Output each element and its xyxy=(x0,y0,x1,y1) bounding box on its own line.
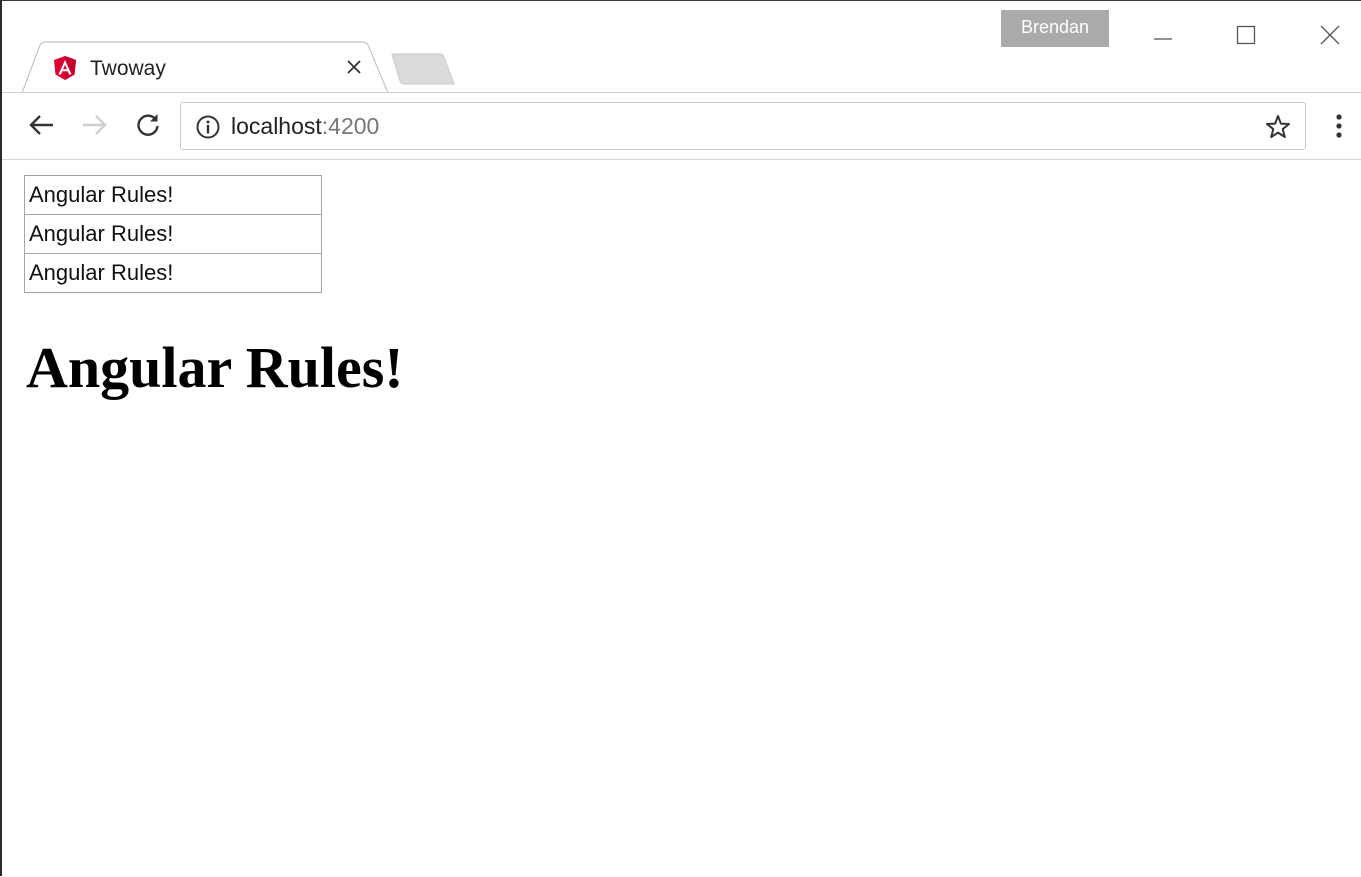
profile-badge[interactable]: Brendan xyxy=(1001,10,1109,47)
text-input-2[interactable] xyxy=(24,214,322,254)
text-input-1[interactable] xyxy=(24,175,322,215)
forward-arrow-icon[interactable] xyxy=(76,107,112,143)
tab-close-icon[interactable] xyxy=(340,53,368,81)
url-port: :4200 xyxy=(321,113,380,139)
back-arrow-icon[interactable] xyxy=(24,107,60,143)
close-icon[interactable] xyxy=(1307,15,1353,55)
new-tab-button[interactable] xyxy=(390,53,456,85)
maximize-icon[interactable] xyxy=(1223,15,1269,55)
url-host: localhost xyxy=(231,113,322,139)
tab-twoway[interactable]: Twoway xyxy=(22,41,392,93)
minimize-icon[interactable] xyxy=(1140,15,1186,55)
text-input-3[interactable] xyxy=(24,253,322,293)
address-bar[interactable]: localhost:4200 xyxy=(180,102,1306,150)
bookmark-star-icon[interactable] xyxy=(1263,112,1293,142)
menu-dots-icon[interactable] xyxy=(1324,109,1354,143)
reload-icon[interactable] xyxy=(130,107,166,143)
tab-title: Twoway xyxy=(90,57,166,80)
browser-toolbar: localhost:4200 xyxy=(2,93,1361,160)
tab-strip: Twoway Brendan xyxy=(2,1,1361,93)
angular-logo-icon xyxy=(52,55,78,81)
browser-window: Twoway Brendan localhost:4200 Angular Ru… xyxy=(0,0,1361,877)
page-heading: Angular Rules! xyxy=(26,335,404,400)
info-icon[interactable] xyxy=(195,114,221,140)
page-content: Angular Rules! xyxy=(2,160,1361,877)
url-text[interactable]: localhost:4200 xyxy=(231,113,379,140)
